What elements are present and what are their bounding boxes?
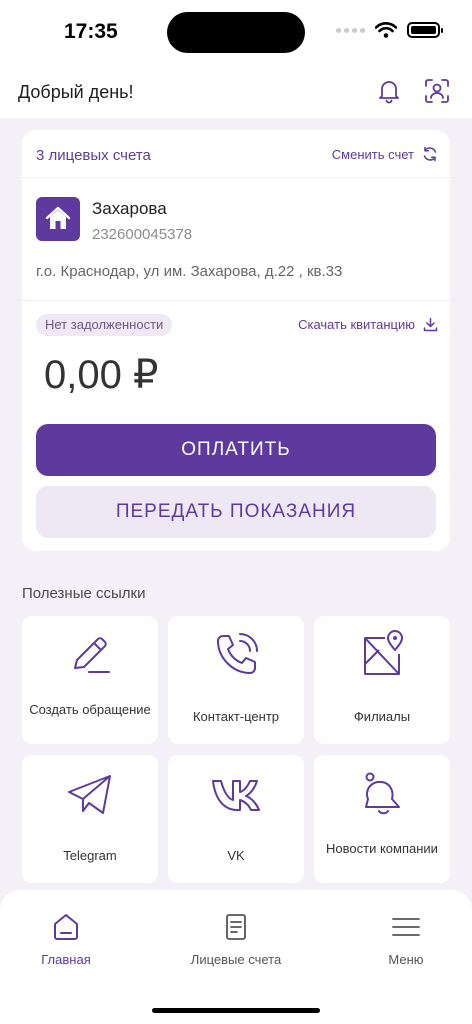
debt-status-badge: Нет задолженности — [36, 314, 173, 336]
telegram-tile[interactable]: Telegram — [22, 755, 158, 883]
status-icons — [336, 22, 443, 38]
nav-accounts[interactable]: Лицевые счета — [161, 912, 311, 967]
vk-icon — [212, 780, 260, 811]
submit-meter-readings-button[interactable]: ПЕРЕДАТЬ ПОКАЗАНИЯ — [36, 486, 436, 538]
status-time: 17:35 — [64, 20, 118, 43]
switch-account-button[interactable]: Сменить счет — [332, 146, 438, 162]
bell-icon — [365, 772, 400, 815]
contact-center-tile[interactable]: Контакт-центр — [168, 616, 304, 744]
tile-label: Контакт-центр — [192, 709, 280, 724]
nav-label: Лицевые счета — [190, 952, 282, 967]
home-indicator — [152, 1008, 320, 1013]
account-card-header: 3 лицевых счета Сменить счет — [22, 130, 450, 178]
pencil-icon — [74, 637, 110, 673]
switch-account-label: Сменить счет — [331, 146, 414, 162]
account-number: 232600045378 — [92, 226, 193, 243]
divider — [22, 300, 450, 301]
phone-icon — [217, 633, 258, 674]
balance-amount: 0,00 ₽ — [44, 353, 159, 397]
profile-scan-icon[interactable] — [424, 78, 450, 104]
create-request-tile[interactable]: Создать обращение — [22, 616, 158, 744]
tile-label: Филиалы — [353, 709, 411, 724]
home-icon — [54, 914, 78, 940]
app-header: Добрый день! — [0, 66, 472, 118]
account-card: 3 лицевых счета Сменить счет Захарова 23… — [22, 130, 450, 551]
useful-links-title: Полезные ссылки — [22, 585, 146, 602]
battery-icon — [407, 22, 443, 38]
status-bar: 17:35 — [0, 0, 472, 66]
house-icon — [45, 206, 71, 229]
nav-home[interactable]: Главная — [0, 912, 141, 967]
wifi-icon — [375, 22, 397, 38]
vk-tile[interactable]: VK — [168, 755, 304, 883]
telegram-icon — [68, 775, 111, 814]
greeting: Добрый день! — [18, 82, 134, 102]
tile-label: Telegram — [63, 848, 117, 863]
signal-icon — [336, 27, 365, 33]
bottom-nav: Главная Лицевые счета Меню — [0, 890, 472, 1024]
map-pin-icon — [364, 630, 403, 675]
download-icon — [423, 317, 438, 332]
notifications-bell-icon[interactable] — [376, 78, 402, 104]
tile-label: Создать обращение — [29, 702, 151, 717]
account-address: г.о. Краснодар, ул им. Захарова, д.22 , … — [36, 263, 343, 280]
house-tile — [36, 197, 80, 241]
pay-button[interactable]: ОПЛАТИТЬ — [36, 424, 436, 476]
menu-icon — [392, 918, 420, 936]
nav-label: Меню — [388, 952, 424, 967]
download-receipt-label: Скачать квитанцию — [298, 317, 415, 332]
tile-label: Новости компании — [326, 841, 438, 856]
nav-label: Главная — [41, 952, 91, 967]
document-icon — [226, 914, 246, 940]
accounts-count[interactable]: 3 лицевых счета — [36, 147, 151, 164]
tile-label: VK — [227, 848, 245, 863]
refresh-icon — [423, 146, 437, 162]
branches-tile[interactable]: Филиалы — [314, 616, 450, 744]
download-receipt-link[interactable]: Скачать квитанцию — [298, 317, 438, 332]
company-news-tile[interactable]: Новости компании — [314, 755, 450, 883]
owner-name: Захарова — [92, 199, 167, 218]
dynamic-island — [167, 12, 305, 53]
nav-menu[interactable]: Меню — [331, 912, 472, 967]
